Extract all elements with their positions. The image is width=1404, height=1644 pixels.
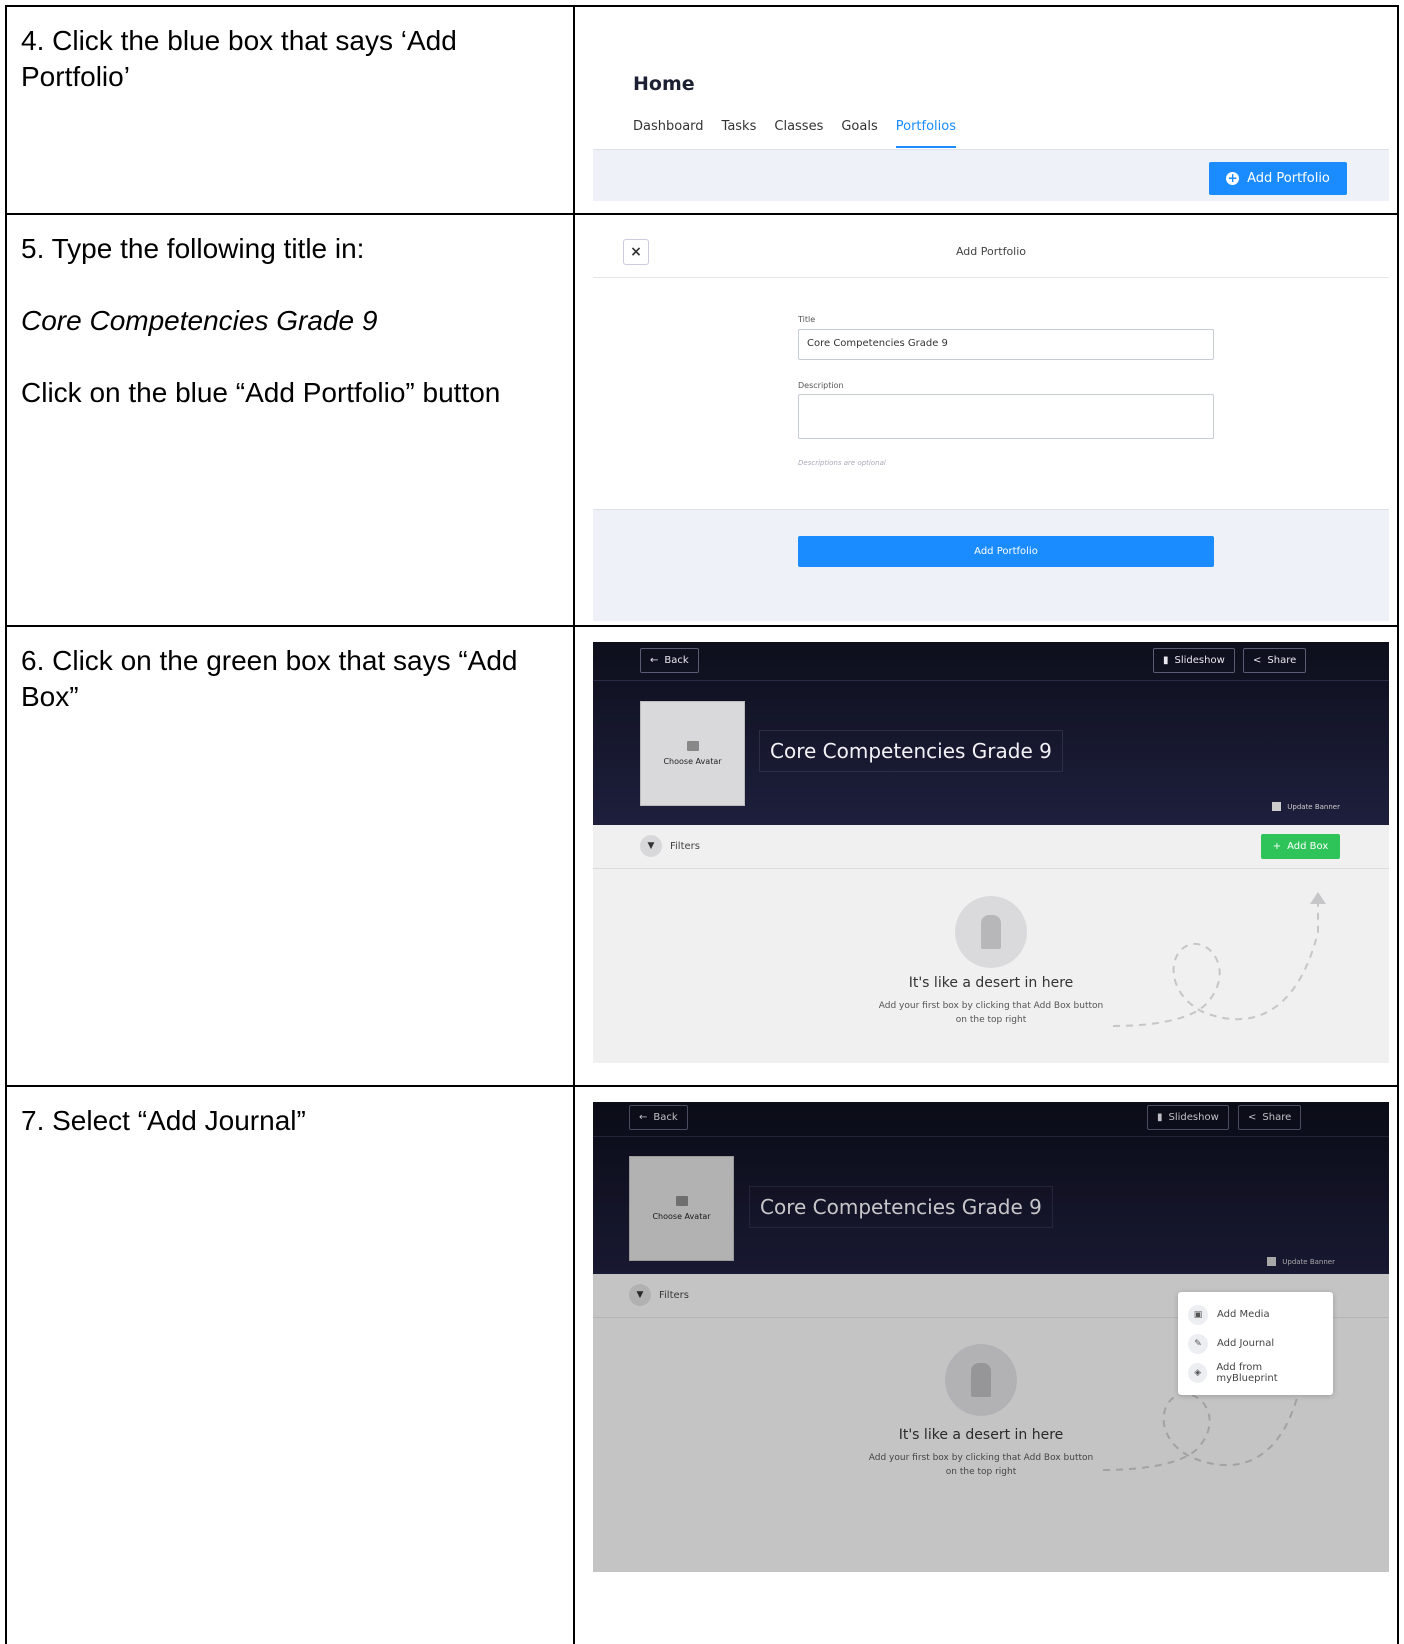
title-input[interactable]: Core Competencies Grade 9 xyxy=(798,329,1214,360)
arrow-left-icon: ← xyxy=(650,655,659,666)
image-icon: ▣ xyxy=(1188,1304,1208,1325)
screenshot-cell-6: ← Back ▮ Slideshow < Share Choose Avatar xyxy=(577,627,1397,1085)
banner-image-icon xyxy=(1272,802,1282,811)
menu-item-add-media[interactable]: ▣ Add Media xyxy=(1178,1300,1333,1329)
banner-image-icon xyxy=(1267,1257,1277,1266)
home-title: Home xyxy=(633,73,695,95)
slideshow-icon: ▮ xyxy=(1163,655,1169,666)
funnel-icon: ▼ xyxy=(629,1284,651,1306)
filters-bar: ▼ Filters + Add Box xyxy=(593,825,1389,869)
step-row-4: 4. Click the blue box that says ‘Add Por… xyxy=(7,7,1397,215)
portfolio-header: ← Back ▮ Slideshow < Share Choose Avatar xyxy=(593,1102,1389,1274)
step-cell-5: 5. Type the following title in: Core Com… xyxy=(7,215,575,625)
arrow-left-icon: ← xyxy=(639,1112,648,1123)
modal-footer: Add Portfolio xyxy=(593,509,1389,621)
filters-button[interactable]: ▼ Filters xyxy=(629,1284,689,1306)
step-5-title: Core Competencies Grade 9 xyxy=(21,305,378,336)
share-button[interactable]: < Share xyxy=(1243,648,1307,673)
description-textarea[interactable] xyxy=(798,394,1214,439)
portfolio-screen-menu: ← Back ▮ Slideshow < Share Choose Avatar xyxy=(593,1102,1389,1572)
portfolio-screen: ← Back ▮ Slideshow < Share Choose Avatar xyxy=(593,642,1389,1063)
add-portfolio-button[interactable]: + Add Portfolio xyxy=(1209,162,1347,195)
add-portfolio-label: Add Portfolio xyxy=(1247,171,1330,186)
screenshot-cell-5: × Add Portfolio Title Core Competencies … xyxy=(577,215,1397,625)
share-icon: < xyxy=(1253,655,1262,666)
cactus-icon xyxy=(945,1344,1017,1416)
step-5-line1: 5. Type the following title in: xyxy=(21,233,365,264)
choose-avatar-button[interactable]: Choose Avatar xyxy=(629,1156,734,1261)
description-hint: Descriptions are optional xyxy=(798,459,886,467)
tab-classes[interactable]: Classes xyxy=(774,119,823,148)
home-tabs: Dashboard Tasks Classes Goals Portfolios xyxy=(633,119,957,148)
modal-title: Add Portfolio xyxy=(955,245,1027,258)
empty-state-title: It's like a desert in here xyxy=(898,1427,1064,1443)
tab-tasks[interactable]: Tasks xyxy=(722,119,757,148)
menu-item-add-journal[interactable]: ✎ Add Journal xyxy=(1178,1329,1333,1358)
step-row-6: 6. Click on the green box that says “Add… xyxy=(7,627,1397,1087)
share-button[interactable]: < Share xyxy=(1238,1105,1302,1130)
menu-item-add-from-myblueprint[interactable]: ◈ Add from myBlueprint xyxy=(1178,1358,1333,1387)
step-row-7: 7. Select “Add Journal” ← Back ▮ Slidesh… xyxy=(7,1087,1397,1644)
step-row-5: 5. Type the following title in: Core Com… xyxy=(7,215,1397,627)
step-6-text: 6. Click on the green box that says “Add… xyxy=(21,645,518,712)
portfolio-title[interactable]: Core Competencies Grade 9 xyxy=(759,730,1063,772)
share-icon: < xyxy=(1248,1112,1257,1123)
step-cell-6: 6. Click on the green box that says “Add… xyxy=(7,627,575,1085)
tab-portfolios[interactable]: Portfolios xyxy=(895,119,957,148)
empty-state-title: It's like a desert in here xyxy=(908,975,1074,991)
slideshow-button[interactable]: ▮ Slideshow xyxy=(1153,648,1235,673)
image-icon xyxy=(675,1196,688,1206)
instruction-table: 4. Click the blue box that says ‘Add Por… xyxy=(5,5,1399,1644)
update-banner-button[interactable]: Update Banner xyxy=(1267,1257,1335,1266)
portfolio-header: ← Back ▮ Slideshow < Share Choose Avatar xyxy=(593,642,1389,825)
step-7-text: 7. Select “Add Journal” xyxy=(21,1105,306,1136)
step-4-text: 4. Click the blue box that says ‘Add Por… xyxy=(21,25,457,92)
image-icon xyxy=(686,741,699,751)
plus-icon: + xyxy=(1272,841,1282,852)
filters-button[interactable]: ▼ Filters xyxy=(640,835,700,857)
dashed-arrow-icon xyxy=(1113,892,1326,1027)
step-cell-4: 4. Click the blue box that says ‘Add Por… xyxy=(7,7,575,213)
step-5-line3: Click on the blue “Add Portfolio” button xyxy=(21,377,501,408)
plus-circle-icon: + xyxy=(1226,171,1240,185)
home-action-bar: + Add Portfolio xyxy=(593,149,1389,201)
description-label: Description xyxy=(798,381,844,390)
tab-goals[interactable]: Goals xyxy=(841,119,877,148)
back-button[interactable]: ← Back xyxy=(629,1105,688,1130)
back-button[interactable]: ← Back xyxy=(640,648,699,673)
add-box-menu: ▣ Add Media ✎ Add Journal ◈ Add from myB… xyxy=(1178,1292,1333,1395)
tab-dashboard[interactable]: Dashboard xyxy=(633,119,704,148)
slideshow-button[interactable]: ▮ Slideshow xyxy=(1147,1105,1229,1130)
title-label: Title xyxy=(798,315,816,324)
funnel-icon: ▼ xyxy=(640,835,662,857)
modal-divider xyxy=(593,277,1389,278)
screenshot-cell-7: ← Back ▮ Slideshow < Share Choose Avatar xyxy=(577,1087,1397,1644)
submit-add-portfolio-button[interactable]: Add Portfolio xyxy=(798,536,1214,567)
portfolio-title[interactable]: Core Competencies Grade 9 xyxy=(749,1186,1053,1228)
choose-avatar-button[interactable]: Choose Avatar xyxy=(640,701,745,806)
update-banner-button[interactable]: Update Banner xyxy=(1272,802,1340,811)
empty-state-subtitle: Add your first box by clicking that Add … xyxy=(868,1453,1094,1477)
edit-icon: ✎ xyxy=(1188,1333,1208,1354)
cactus-icon xyxy=(955,896,1027,968)
screenshot-cell-4: Home Dashboard Tasks Classes Goals Portf… xyxy=(577,7,1397,213)
add-box-button[interactable]: + Add Box xyxy=(1261,834,1340,859)
cube-icon: ◈ xyxy=(1188,1362,1208,1383)
slideshow-icon: ▮ xyxy=(1157,1112,1163,1123)
step-cell-7: 7. Select “Add Journal” xyxy=(7,1087,575,1644)
empty-state-subtitle: Add your first box by clicking that Add … xyxy=(878,1001,1104,1025)
